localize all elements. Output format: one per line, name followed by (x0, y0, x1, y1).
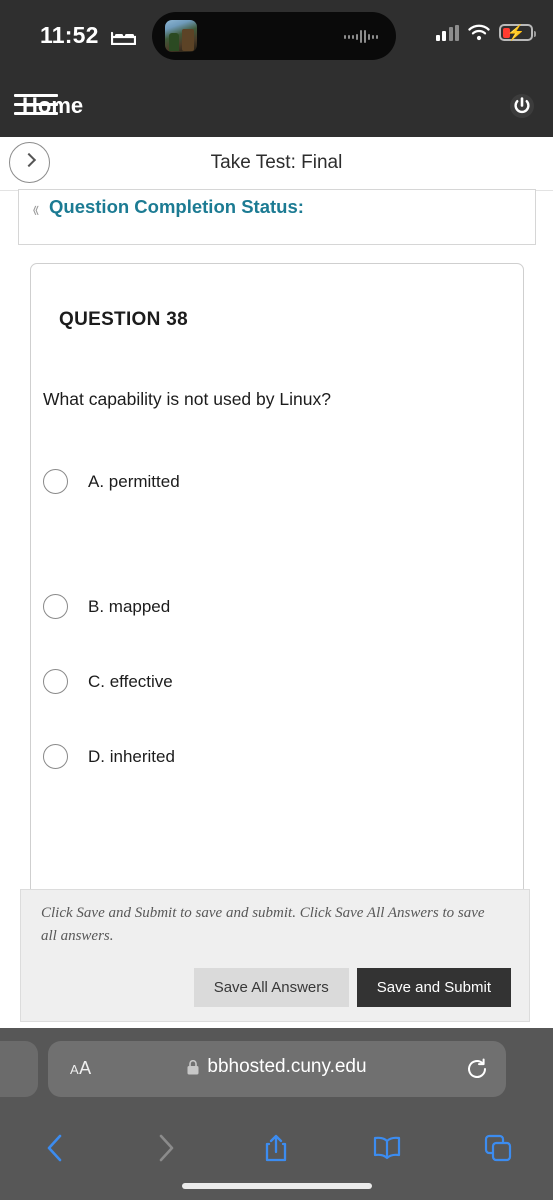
home-indicator (181, 1183, 372, 1189)
question-completion-status-panel[interactable]: ⟪ Question Completion Status: (18, 189, 536, 245)
save-and-submit-button[interactable]: Save and Submit (356, 968, 511, 1007)
answer-label-d: D. inherited (88, 746, 175, 766)
adjacent-tab-peek[interactable] (0, 1041, 38, 1097)
radio-button-b[interactable] (43, 594, 68, 619)
radio-button-c[interactable] (43, 669, 68, 694)
reload-icon[interactable] (466, 1058, 488, 1080)
bookmarks-icon (373, 1136, 401, 1160)
question-card: QUESTION 38 What capability is not used … (30, 263, 524, 895)
dynamic-island[interactable] (152, 12, 396, 60)
lock-icon (187, 1059, 199, 1074)
wifi-icon (468, 24, 490, 41)
answer-label-a: A. permitted (88, 471, 180, 491)
album-artwork-thumbnail[interactable] (165, 20, 197, 52)
answer-option-b[interactable]: B. mapped (43, 594, 170, 619)
save-button-group: Save All Answers Save and Submit (193, 968, 511, 1007)
status-bar-time: 11:52 (40, 22, 99, 48)
page-title: Take Test: Final (210, 152, 343, 173)
url-display: bbhosted.cuny.edu (48, 1056, 506, 1078)
audio-waveform-icon (344, 29, 378, 44)
question-number: QUESTION 38 (59, 309, 188, 330)
bookmarks-button[interactable] (332, 1135, 443, 1161)
back-chevron-icon (47, 1134, 62, 1162)
answer-label-c: C. effective (88, 671, 173, 691)
radio-button-d[interactable] (43, 744, 68, 769)
forward-button[interactable] (111, 1133, 222, 1163)
double-chevron-down-icon: ⟪ (32, 204, 40, 216)
tabs-button[interactable] (442, 1134, 553, 1162)
question-completion-status-label[interactable]: Question Completion Status: (49, 196, 304, 218)
safari-toolbar (0, 1120, 553, 1176)
battery-charging-icon: ⚡ (499, 24, 536, 41)
save-instructions: Click Save and Submit to save and submit… (41, 905, 485, 945)
cellular-signal-icon (435, 24, 459, 41)
status-bar-indicators: ⚡ (435, 24, 536, 41)
answer-option-c[interactable]: C. effective (43, 669, 173, 694)
answer-option-d[interactable]: D. inherited (43, 744, 175, 769)
power-icon[interactable] (509, 93, 535, 119)
url-bar[interactable]: AA bbhosted.cuny.edu (48, 1041, 506, 1097)
answer-label-b: B. mapped (88, 596, 171, 616)
share-button[interactable] (221, 1133, 332, 1163)
url-text: bbhosted.cuny.edu (207, 1056, 367, 1077)
question-prompt: What capability is not used by Linux? (43, 389, 331, 409)
ios-status-bar: 11:52 ⚡ (0, 0, 553, 75)
safari-bottom-bar: AA bbhosted.cuny.edu (0, 1028, 553, 1200)
forward-chevron-icon (159, 1134, 174, 1162)
page-title-bar: Take Test: Final (0, 137, 553, 191)
bed-icon (111, 31, 136, 45)
save-all-answers-button[interactable]: Save All Answers (193, 968, 349, 1007)
tabs-icon (484, 1134, 511, 1162)
home-link[interactable]: Home (22, 93, 83, 119)
share-icon (266, 1134, 287, 1162)
back-button[interactable] (0, 1133, 111, 1163)
answer-option-a[interactable]: A. permitted (43, 469, 180, 494)
phone-screen: 11:52 ⚡ Home Take Test: Final ⟪ Question… (0, 0, 553, 1200)
radio-button-a[interactable] (43, 469, 68, 494)
save-panel: Click Save and Submit to save and submit… (20, 889, 530, 1022)
